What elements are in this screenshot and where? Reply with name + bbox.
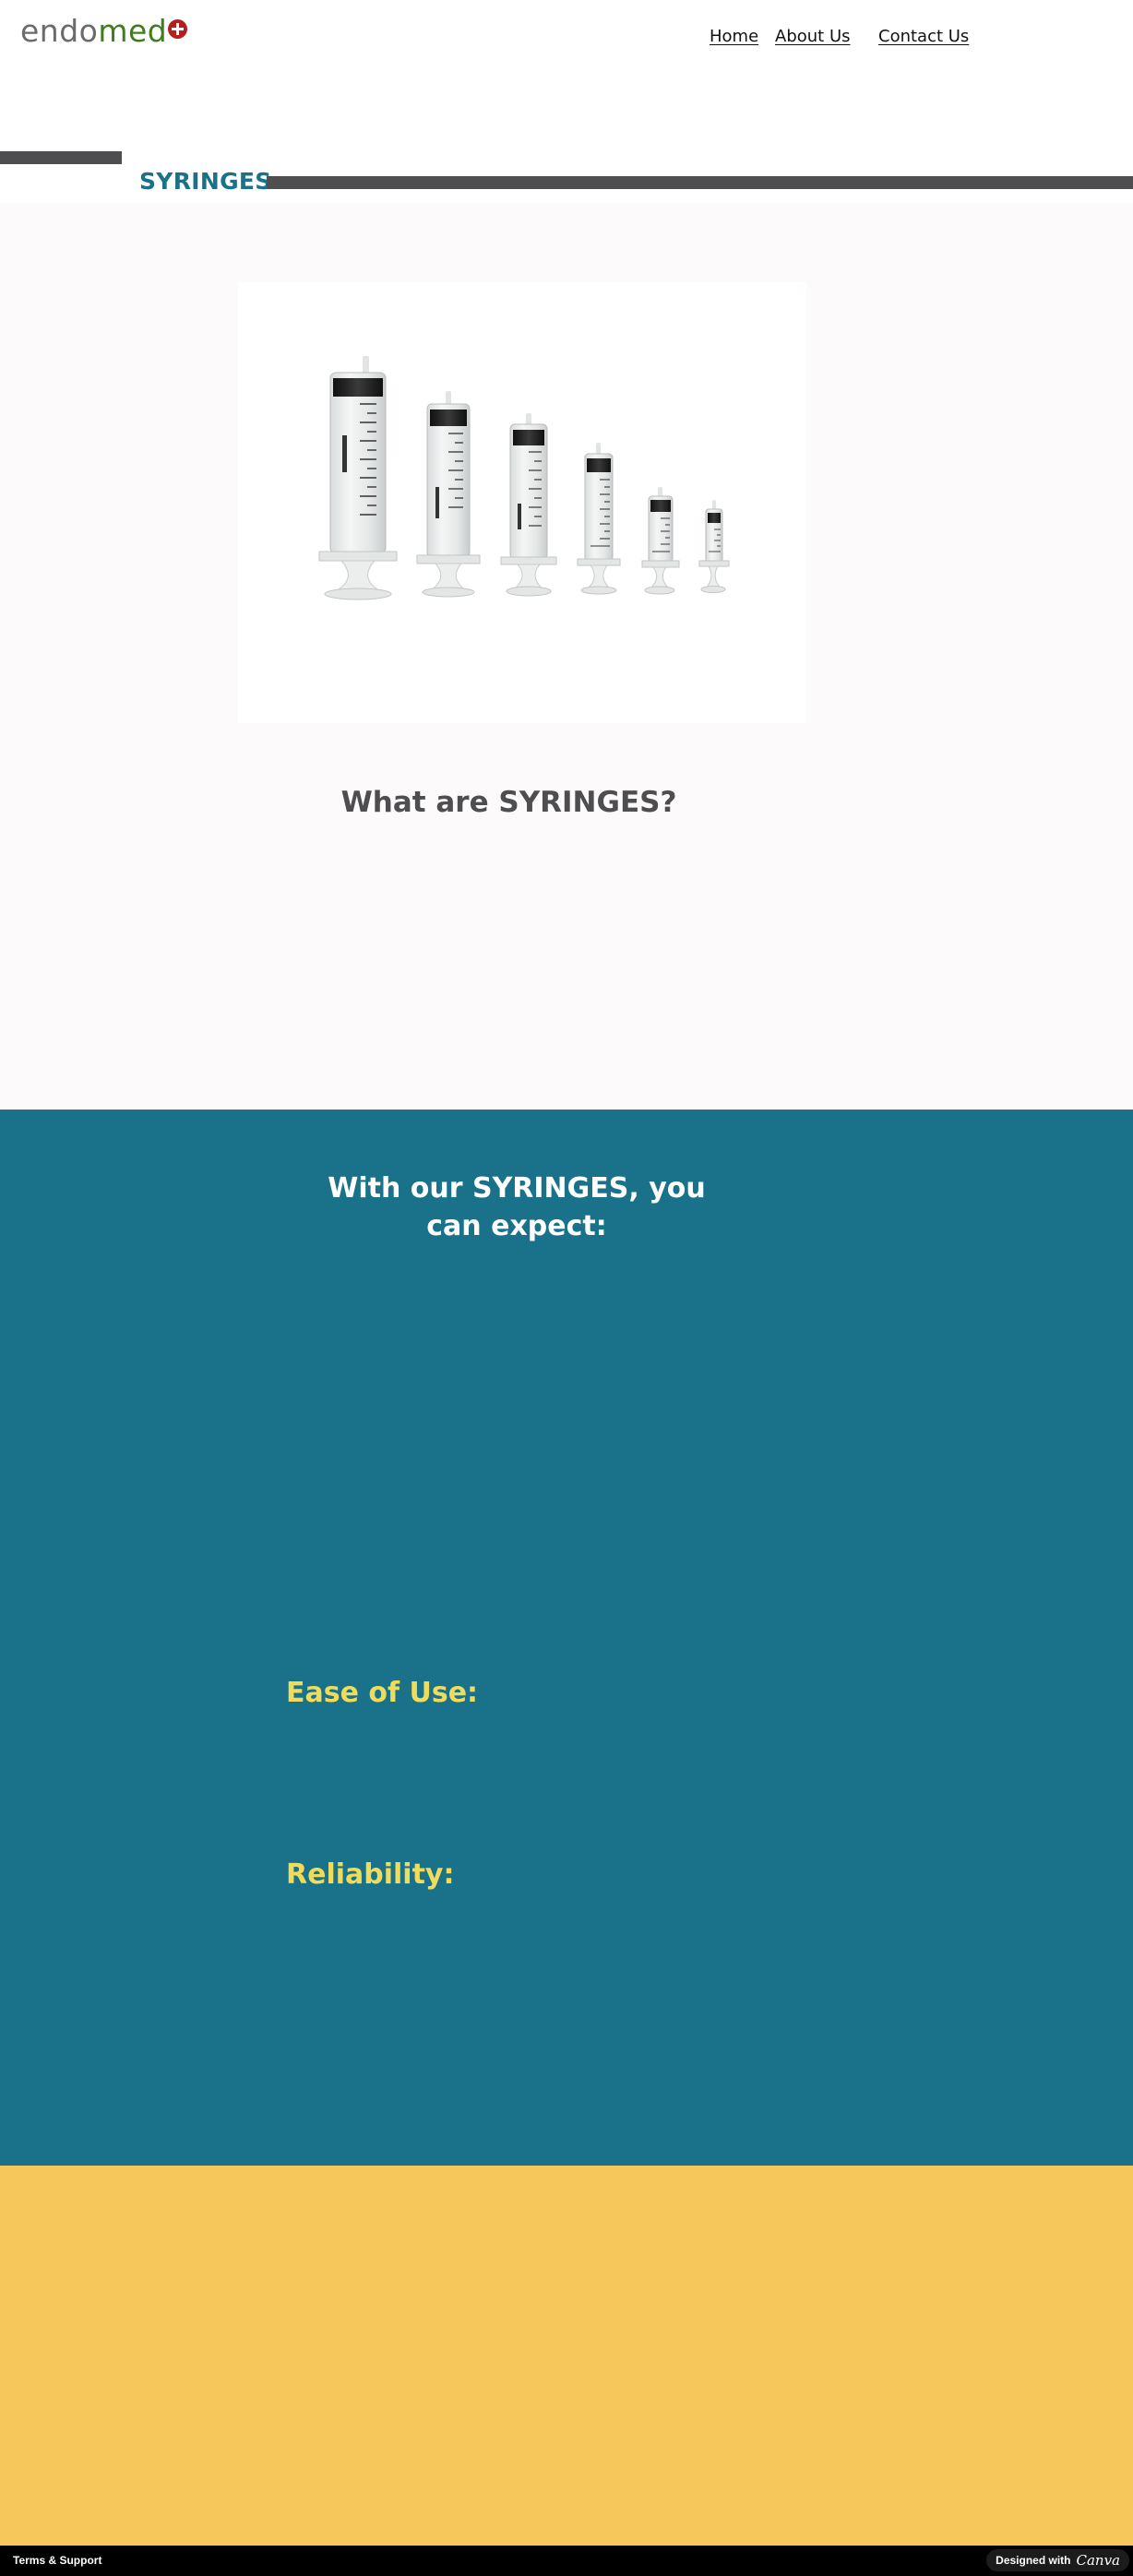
syringe-5ml [577, 443, 621, 595]
designed-with-label: Designed with [996, 2554, 1071, 2567]
syringe-3ml [641, 487, 680, 595]
terms-support-link[interactable]: Terms & Support [13, 2553, 101, 2568]
designed-with-canva-badge[interactable]: Designed with Canva [986, 2549, 1129, 2571]
intro-heading: What are SYRINGES? [340, 785, 677, 819]
endomed-logo[interactable]: endo med [20, 13, 188, 50]
nav-link-contact-us[interactable]: Contact Us [878, 26, 969, 48]
features-heading: With our SYRINGES, you can expect: [328, 1171, 706, 1242]
syringe-20ml [416, 391, 481, 598]
title-bar-left [0, 151, 122, 164]
feature-title-ease-of-use: Ease of Use: [286, 1677, 479, 1709]
site-header: endo med Home About Us Contact Us [0, 0, 1133, 152]
nav-link-home[interactable]: Home [710, 26, 758, 48]
canva-wordmark: Canva [1076, 2552, 1121, 2569]
syringes-illustration [318, 356, 730, 600]
page-title: SYRINGES [139, 168, 272, 195]
syringe-10ml [500, 413, 557, 597]
feature-title-reliability: Reliability: [286, 1858, 455, 1891]
intro-section: What are SYRINGES? [0, 203, 1133, 1110]
plus-cross-icon [168, 18, 188, 39]
logo-text-med: med [98, 13, 168, 49]
syringe-1ml [698, 500, 730, 593]
features-section: With our SYRINGES, you can expect: Ease … [0, 1110, 1133, 2166]
logo-text-endo: endo [20, 13, 99, 49]
nav-link-about-us[interactable]: About Us [775, 26, 851, 48]
syringe-60ml [318, 356, 398, 600]
syringes-product-photo [238, 282, 806, 723]
site-footer: Terms & Support Designed with Canva [0, 2546, 1133, 2576]
title-bar-right [267, 176, 1133, 189]
yellow-section [0, 2166, 1133, 2546]
